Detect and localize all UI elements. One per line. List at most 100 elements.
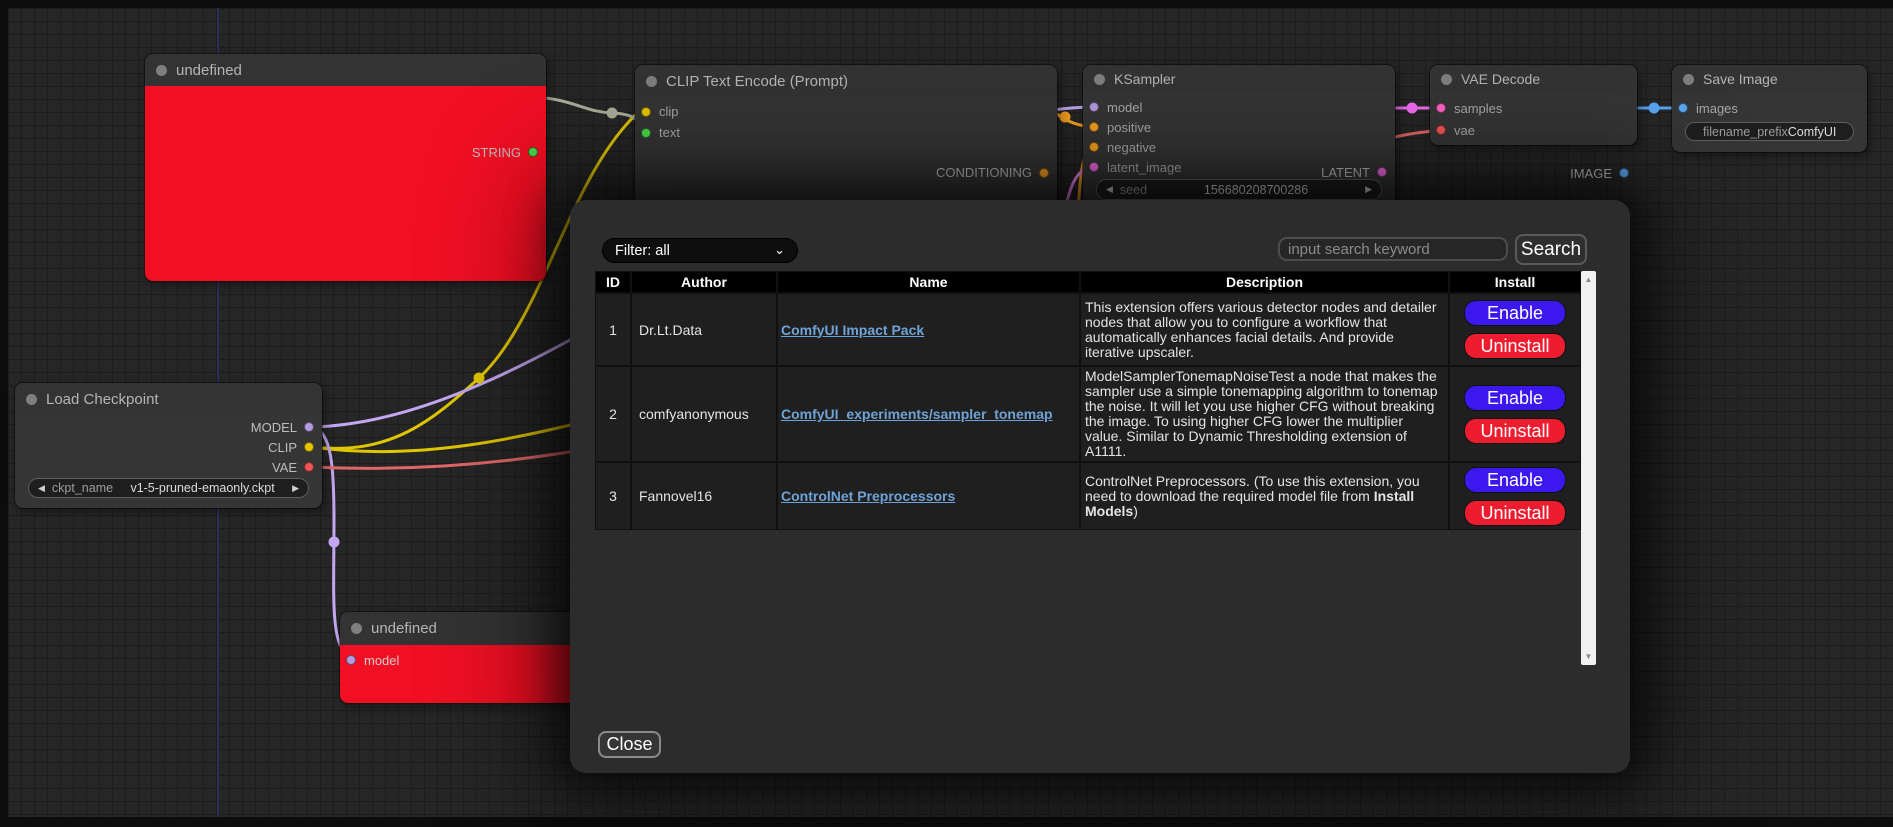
previous-arrow-icon[interactable]: ◀ <box>38 484 45 493</box>
port-dot-negative[interactable] <box>1089 142 1099 152</box>
output-string[interactable]: STRING <box>472 140 538 164</box>
port-dot-latent-image[interactable] <box>1089 162 1099 172</box>
wire-midpoint-dot[interactable] <box>607 108 618 119</box>
node-collapse-dot[interactable] <box>1094 74 1105 85</box>
input-images[interactable]: images <box>1672 97 1867 119</box>
seed-widget[interactable]: ◀ seed 156680208700286 ▶ <box>1096 179 1382 200</box>
decrement-arrow-icon[interactable]: ◀ <box>1106 185 1113 194</box>
comfyui-canvas[interactable]: undefined STRING CLIP Text Encode (Promp… <box>0 0 1893 827</box>
wire-midpoint-dot[interactable] <box>1060 112 1071 123</box>
increment-arrow-icon[interactable]: ▶ <box>1365 185 1372 194</box>
port-label: latent_image <box>1107 160 1181 175</box>
node-collapse-dot[interactable] <box>26 394 37 405</box>
extension-link[interactable]: ComfyUI_experiments/sampler_tonemap <box>781 406 1053 422</box>
description-text: ControlNet Preprocessors. (To use this e… <box>1085 473 1420 504</box>
table-row: 2 comfyanonymous ComfyUI_experiments/sam… <box>595 366 1581 462</box>
input-positive[interactable]: positive <box>1083 117 1395 137</box>
port-dot-text[interactable] <box>641 128 651 138</box>
port-dot-clip[interactable] <box>641 107 651 117</box>
node-clip-text-encode[interactable]: CLIP Text Encode (Prompt) clip text COND… <box>635 65 1057 205</box>
node-title: Save Image <box>1703 71 1778 87</box>
widget-value[interactable]: 156680208700286 <box>1154 183 1358 197</box>
node-title: VAE Decode <box>1461 71 1540 87</box>
node-title-bar[interactable]: Save Image <box>1672 65 1867 93</box>
node-error-body <box>145 86 546 281</box>
uninstall-button[interactable]: Uninstall <box>1464 418 1566 444</box>
port-label: clip <box>659 104 679 119</box>
enable-button[interactable]: Enable <box>1464 385 1566 411</box>
port-dot-model-out[interactable] <box>304 422 314 432</box>
wire-midpoint-dot[interactable] <box>474 373 485 384</box>
node-collapse-dot[interactable] <box>156 65 167 76</box>
output-model[interactable]: MODEL <box>251 417 314 437</box>
filter-selected-value: Filter: all <box>615 243 670 259</box>
extension-link[interactable]: ControlNet Preprocessors <box>781 488 955 504</box>
enable-button[interactable]: Enable <box>1464 467 1566 493</box>
port-dot-image[interactable] <box>1619 168 1629 178</box>
ckpt-name-widget[interactable]: ◀ ckpt_name v1-5-pruned-emaonly.ckpt ▶ <box>28 478 309 498</box>
search-input[interactable] <box>1278 237 1508 261</box>
cell-install: Enable Uninstall <box>1449 462 1581 530</box>
port-dot-vae[interactable] <box>1436 125 1446 135</box>
node-title-bar[interactable]: KSampler <box>1083 65 1395 93</box>
port-dot-model-in[interactable] <box>346 655 356 665</box>
node-load-checkpoint[interactable]: Load Checkpoint MODEL CLIP VAE ◀ ckpt_na… <box>15 383 322 508</box>
node-ksampler[interactable]: KSampler model positive negative latent_… <box>1083 65 1395 210</box>
output-conditioning[interactable]: CONDITIONING <box>936 162 1049 183</box>
node-title: Load Checkpoint <box>46 391 159 408</box>
table-scrollbar[interactable]: ▲ ▼ <box>1581 271 1596 665</box>
wire-midpoint-dot[interactable] <box>329 537 340 548</box>
uninstall-button[interactable]: Uninstall <box>1464 500 1566 526</box>
port-label: model <box>364 653 399 668</box>
column-header-install: Install <box>1449 271 1581 293</box>
input-vae[interactable]: vae <box>1430 119 1637 141</box>
node-collapse-dot[interactable] <box>351 623 362 634</box>
output-clip[interactable]: CLIP <box>251 437 314 457</box>
filter-dropdown[interactable]: Filter: all ⌄ <box>602 238 798 263</box>
search-button[interactable]: Search <box>1515 234 1587 265</box>
widget-value[interactable]: ComfyUI <box>1788 125 1837 139</box>
port-dot-conditioning[interactable] <box>1039 168 1049 178</box>
node-collapse-dot[interactable] <box>1441 74 1452 85</box>
output-image[interactable]: IMAGE <box>1570 162 1629 184</box>
port-dot-positive[interactable] <box>1089 122 1099 132</box>
scroll-up-icon[interactable]: ▲ <box>1581 275 1596 284</box>
enable-button[interactable]: Enable <box>1464 300 1566 326</box>
port-dot-latent[interactable] <box>1377 167 1387 177</box>
port-dot-images[interactable] <box>1678 103 1688 113</box>
input-model[interactable]: model <box>1083 97 1395 117</box>
widget-value[interactable]: v1-5-pruned-emaonly.ckpt <box>120 481 285 495</box>
node-undefined-string[interactable]: undefined STRING <box>145 54 546 281</box>
table-row: 3 Fannovel16 ControlNet Preprocessors Co… <box>595 462 1581 530</box>
input-samples[interactable]: samples <box>1430 97 1637 119</box>
port-dot-model[interactable] <box>1089 102 1099 112</box>
wire-midpoint-dot[interactable] <box>1649 103 1660 114</box>
output-vae[interactable]: VAE <box>251 457 314 477</box>
cell-description: This extension offers various detector n… <box>1080 293 1449 366</box>
input-text[interactable]: text <box>635 122 1057 143</box>
node-title: KSampler <box>1114 71 1175 87</box>
node-title-bar[interactable]: undefined <box>145 54 546 86</box>
close-button[interactable]: Close <box>598 731 661 758</box>
node-save-image[interactable]: Save Image images filename_prefix ComfyU… <box>1672 65 1867 152</box>
filename-prefix-widget[interactable]: filename_prefix ComfyUI <box>1685 122 1854 141</box>
node-vae-decode[interactable]: VAE Decode samples vae IMAGE <box>1430 65 1637 145</box>
wire-midpoint-dot[interactable] <box>1407 103 1418 114</box>
node-title-bar[interactable]: VAE Decode <box>1430 65 1637 93</box>
node-collapse-dot[interactable] <box>1683 74 1694 85</box>
port-dot-string[interactable] <box>528 147 538 157</box>
input-clip[interactable]: clip <box>635 101 1057 122</box>
node-title-bar[interactable]: CLIP Text Encode (Prompt) <box>635 65 1057 97</box>
node-collapse-dot[interactable] <box>646 76 657 87</box>
scroll-down-icon[interactable]: ▼ <box>1581 652 1596 661</box>
node-title: CLIP Text Encode (Prompt) <box>666 73 848 90</box>
port-label: CLIP <box>268 440 297 455</box>
port-dot-samples[interactable] <box>1436 103 1446 113</box>
next-arrow-icon[interactable]: ▶ <box>292 484 299 493</box>
node-title-bar[interactable]: Load Checkpoint <box>15 383 322 415</box>
input-negative[interactable]: negative <box>1083 137 1395 157</box>
extension-link[interactable]: ComfyUI Impact Pack <box>781 322 924 338</box>
port-dot-vae-out[interactable] <box>304 462 314 472</box>
port-dot-clip-out[interactable] <box>304 442 314 452</box>
uninstall-button[interactable]: Uninstall <box>1464 333 1566 359</box>
